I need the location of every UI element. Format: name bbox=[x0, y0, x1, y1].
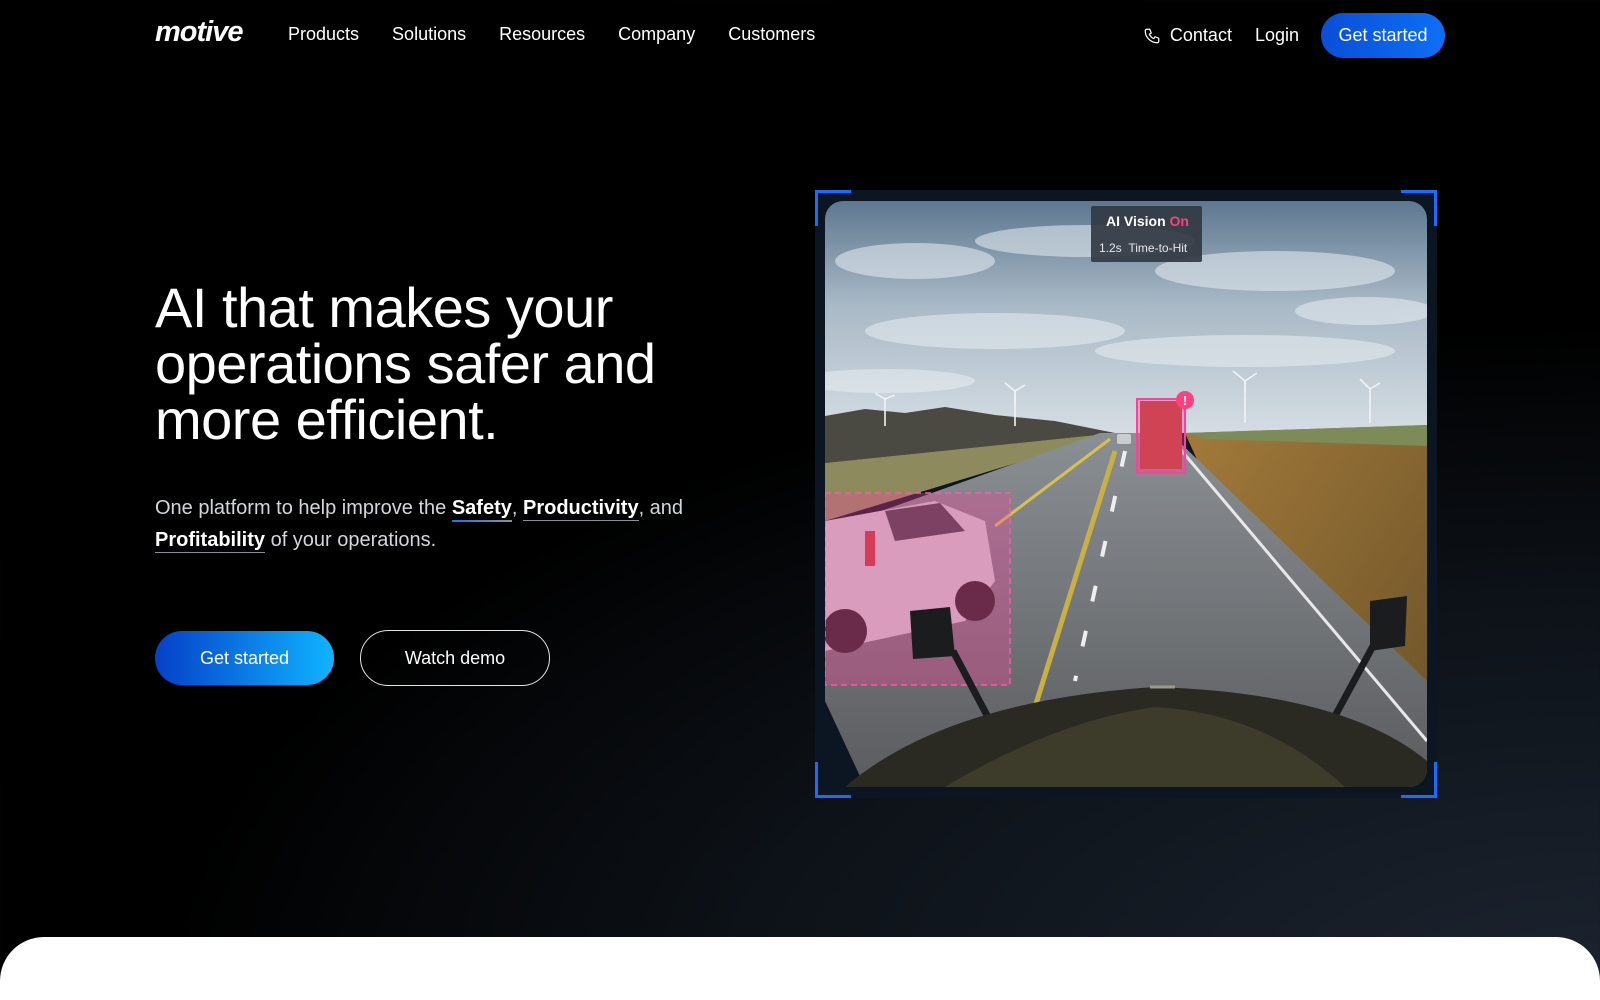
contact-link[interactable]: Contact bbox=[1143, 25, 1232, 46]
subtitle-sep-1: , bbox=[511, 497, 523, 519]
subtitle-prefix: One platform to help improve the bbox=[155, 497, 452, 519]
nav-menu: Products Solutions Resources Company Cus… bbox=[288, 24, 848, 45]
headline-line-2: operations safer and bbox=[155, 332, 656, 395]
motive-logo[interactable]: motive bbox=[155, 16, 243, 49]
time-to-hit-value: 1.2s bbox=[1099, 241, 1122, 255]
profitability-link[interactable]: Profitability bbox=[155, 529, 266, 553]
productivity-link[interactable]: Productivity bbox=[522, 497, 639, 521]
time-to-hit-label: Time-to-Hit bbox=[1128, 241, 1188, 255]
ai-vision-state: On bbox=[1169, 213, 1189, 229]
ai-vision-status: AI Vision On bbox=[1106, 213, 1189, 229]
ai-vision-video-frame: ! bbox=[815, 190, 1437, 798]
hero-subtitle: One platform to help improve the Safety,… bbox=[155, 492, 715, 556]
ai-vision-badge: AI Vision On 1.2s Time-to-Hit bbox=[1091, 206, 1202, 262]
next-section-panel bbox=[0, 937, 1600, 1000]
nav-item-customers[interactable]: Customers bbox=[728, 24, 815, 45]
subtitle-suffix: of your operations. bbox=[265, 529, 437, 551]
time-to-hit-metric: 1.2s Time-to-Hit bbox=[1099, 241, 1187, 255]
truck-alert-glyph: ! bbox=[1183, 393, 1187, 408]
get-started-button[interactable]: Get started bbox=[155, 631, 334, 685]
nav-item-solutions[interactable]: Solutions bbox=[392, 24, 466, 45]
watch-demo-button[interactable]: Watch demo bbox=[360, 630, 550, 686]
left-side-mirror bbox=[910, 607, 955, 659]
headline-line-1: AI that makes your bbox=[155, 276, 613, 339]
login-link[interactable]: Login bbox=[1255, 25, 1299, 46]
nav-item-products[interactable]: Products bbox=[288, 24, 359, 45]
right-side-mirror bbox=[1370, 596, 1407, 651]
contact-label: Contact bbox=[1169, 25, 1232, 45]
top-navigation: motive Products Solutions Resources Comp… bbox=[0, 0, 1600, 70]
ai-vision-title: AI Vision bbox=[1106, 213, 1166, 229]
hero-headline: AI that makes your operations safer and … bbox=[155, 280, 715, 448]
truck-detection-box bbox=[1136, 398, 1186, 474]
distant-car bbox=[1117, 434, 1131, 444]
safety-link[interactable]: Safety bbox=[451, 497, 512, 522]
subtitle-sep-2: , and bbox=[638, 497, 684, 519]
nav-item-resources[interactable]: Resources bbox=[499, 24, 585, 45]
nav-actions: Contact Login Get started bbox=[1143, 13, 1445, 58]
nav-item-company[interactable]: Company bbox=[618, 24, 695, 45]
phone-icon bbox=[1144, 28, 1160, 43]
dashcam-scene[interactable]: ! bbox=[825, 201, 1427, 787]
headline-line-3: more efficient. bbox=[155, 388, 499, 451]
get-started-nav-button[interactable]: Get started bbox=[1321, 13, 1445, 58]
